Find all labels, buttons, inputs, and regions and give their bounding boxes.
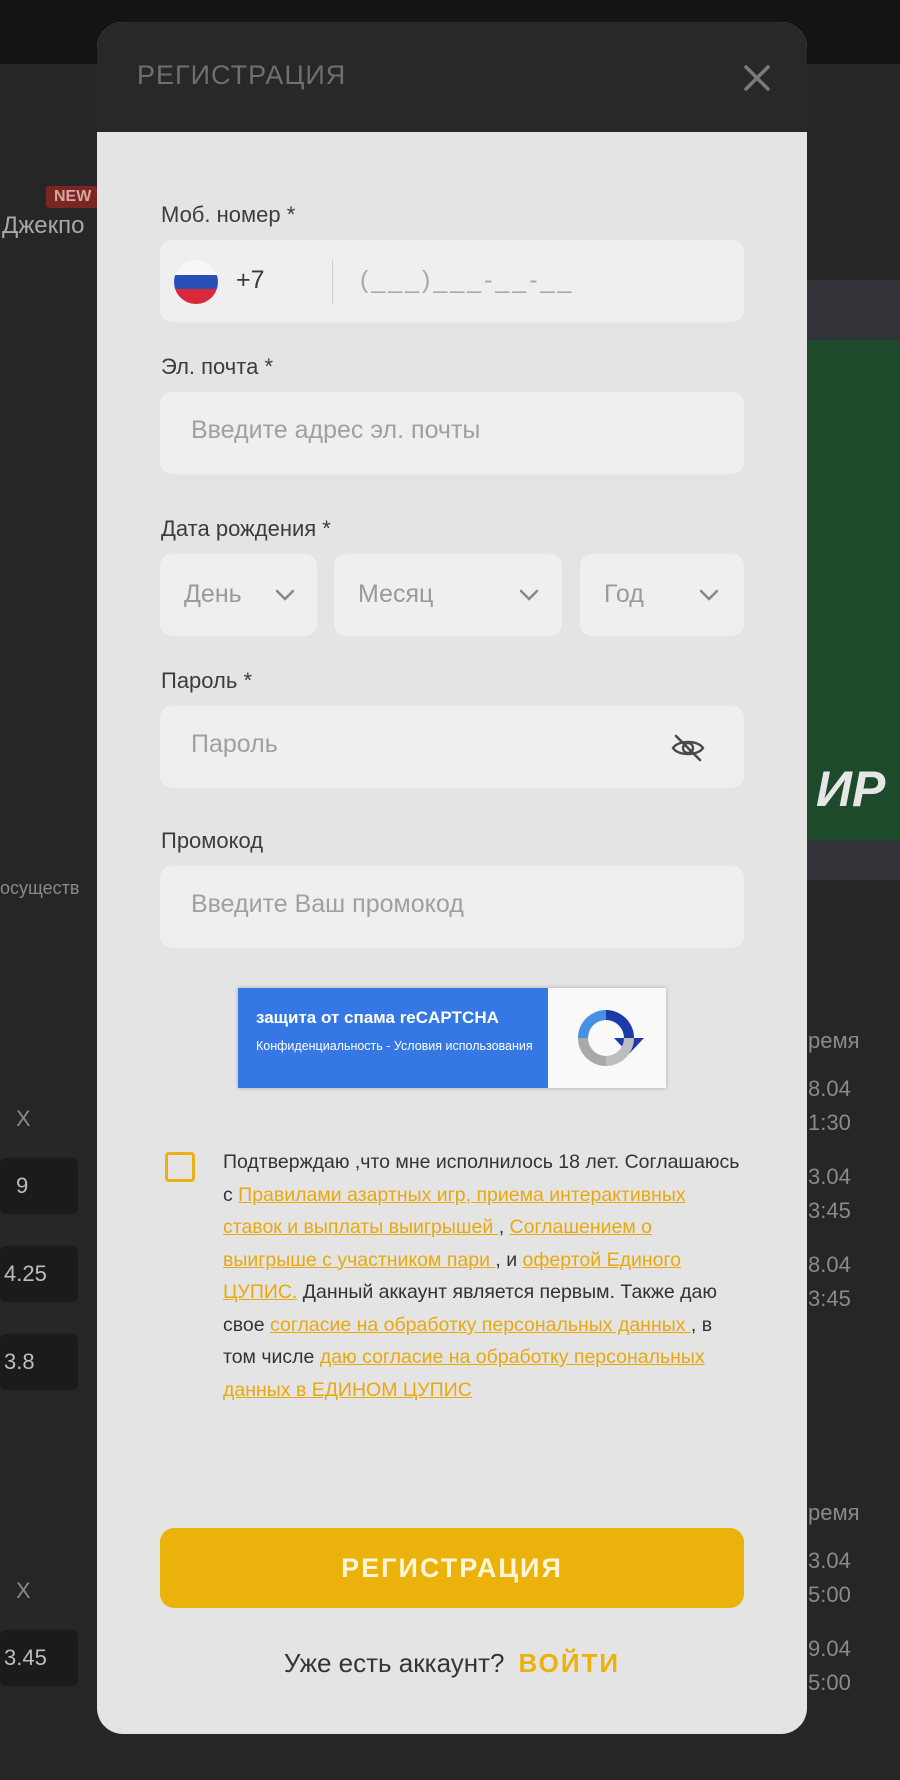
country-code[interactable]: +7 bbox=[236, 266, 265, 295]
day-select[interactable]: День bbox=[160, 554, 317, 636]
recaptcha-badge[interactable]: защита от спама reCAPTCHA Конфиденциальн… bbox=[238, 988, 666, 1088]
recaptcha-logo-icon bbox=[578, 1010, 644, 1066]
odds-cell[interactable]: 3.45 bbox=[0, 1630, 78, 1686]
odds-cell[interactable]: 9 bbox=[0, 1158, 78, 1214]
column-x-header: X bbox=[16, 1106, 31, 1131]
password-label: Пароль * bbox=[161, 668, 253, 693]
phone-label: Моб. номер * bbox=[161, 202, 296, 227]
time-value: 3:45 bbox=[808, 1286, 851, 1311]
birthdate-label: Дата рождения * bbox=[161, 516, 331, 541]
terms-sep-2: , и bbox=[495, 1248, 523, 1271]
recaptcha-links: Конфиденциальность - Условия использован… bbox=[256, 1036, 536, 1056]
time-value: 8.04 bbox=[808, 1076, 851, 1101]
recaptcha-title: защита от спама reCAPTCHA bbox=[256, 1008, 499, 1027]
time-value: 3.04 bbox=[808, 1164, 851, 1189]
eye-hidden-icon[interactable] bbox=[670, 730, 706, 766]
email-label: Эл. почта * bbox=[161, 354, 274, 379]
day-select-value: День bbox=[184, 580, 242, 608]
modal-header: РЕГИСТРАЦИЯ bbox=[97, 22, 807, 132]
jackpot-label: Джекпо bbox=[2, 212, 85, 239]
time-value: 3:45 bbox=[808, 1198, 851, 1223]
login-question: Уже есть аккаунт? bbox=[283, 1648, 505, 1678]
year-select-value: Год bbox=[604, 580, 644, 608]
password-placeholder: Пароль bbox=[191, 730, 278, 758]
promo-placeholder: Введите Ваш промокод bbox=[191, 890, 464, 918]
registration-modal: РЕГИСТРАЦИЯ Моб. номер * +7 (___)___-__-… bbox=[97, 22, 807, 1734]
chevron-down-icon bbox=[699, 589, 719, 601]
email-placeholder: Введите адрес эл. почты bbox=[191, 416, 481, 444]
personal-data-consent-link[interactable]: согласие на обработку персональных данны… bbox=[270, 1314, 691, 1336]
column-x-header: X bbox=[16, 1578, 31, 1603]
time-value: 8.04 bbox=[808, 1252, 851, 1277]
phone-divider bbox=[332, 260, 333, 304]
login-link[interactable]: ВОЙТИ bbox=[518, 1648, 620, 1678]
close-icon[interactable] bbox=[737, 58, 777, 98]
year-select[interactable]: Год bbox=[580, 554, 744, 636]
phone-input[interactable]: (___)___-__-__ bbox=[360, 266, 574, 295]
recaptcha-separator: - bbox=[382, 1039, 394, 1053]
time-header: ремя bbox=[808, 1500, 860, 1525]
russia-flag-icon[interactable] bbox=[174, 260, 218, 304]
time-value: 3.04 bbox=[808, 1548, 851, 1573]
terms-text: Подтверждаю ,что мне исполнилось 18 лет.… bbox=[223, 1146, 743, 1406]
password-field[interactable]: Пароль bbox=[160, 706, 744, 788]
promo-field[interactable]: Введите Ваш промокод bbox=[160, 866, 744, 948]
chevron-down-icon bbox=[275, 589, 295, 601]
time-value: 1:30 bbox=[808, 1110, 851, 1135]
time-value: 9.04 bbox=[808, 1636, 851, 1661]
banner-text: ИР bbox=[816, 761, 886, 817]
register-button[interactable]: РЕГИСТРАЦИЯ bbox=[160, 1528, 744, 1608]
odds-cell[interactable]: 3.8 bbox=[0, 1334, 78, 1390]
age-consent-checkbox[interactable] bbox=[165, 1152, 195, 1182]
new-badge: NEW bbox=[46, 186, 100, 208]
time-value: 5:00 bbox=[808, 1582, 851, 1607]
modal-title: РЕГИСТРАЦИЯ bbox=[137, 60, 347, 90]
phone-field[interactable]: +7 (___)___-__-__ bbox=[160, 240, 744, 322]
odds-cell[interactable]: 4.25 bbox=[0, 1246, 78, 1302]
terms-sep-1: , bbox=[498, 1216, 510, 1238]
recaptcha-terms-link[interactable]: Условия использования bbox=[394, 1039, 533, 1053]
time-header: ремя bbox=[808, 1028, 860, 1053]
email-field[interactable]: Введите адрес эл. почты bbox=[160, 392, 744, 474]
time-value: 5:00 bbox=[808, 1670, 851, 1695]
promo-label: Промокод bbox=[161, 828, 264, 853]
month-select-value: Месяц bbox=[358, 580, 434, 608]
month-select[interactable]: Месяц bbox=[334, 554, 562, 636]
chevron-down-icon bbox=[519, 589, 539, 601]
login-row: Уже есть аккаунт? ВОЙТИ bbox=[97, 1648, 807, 1679]
background-side-text: осуществ bbox=[0, 878, 80, 898]
recaptcha-privacy-link[interactable]: Конфиденциальность bbox=[256, 1039, 383, 1053]
recaptcha-info: защита от спама reCAPTCHA Конфиденциальн… bbox=[238, 988, 548, 1088]
